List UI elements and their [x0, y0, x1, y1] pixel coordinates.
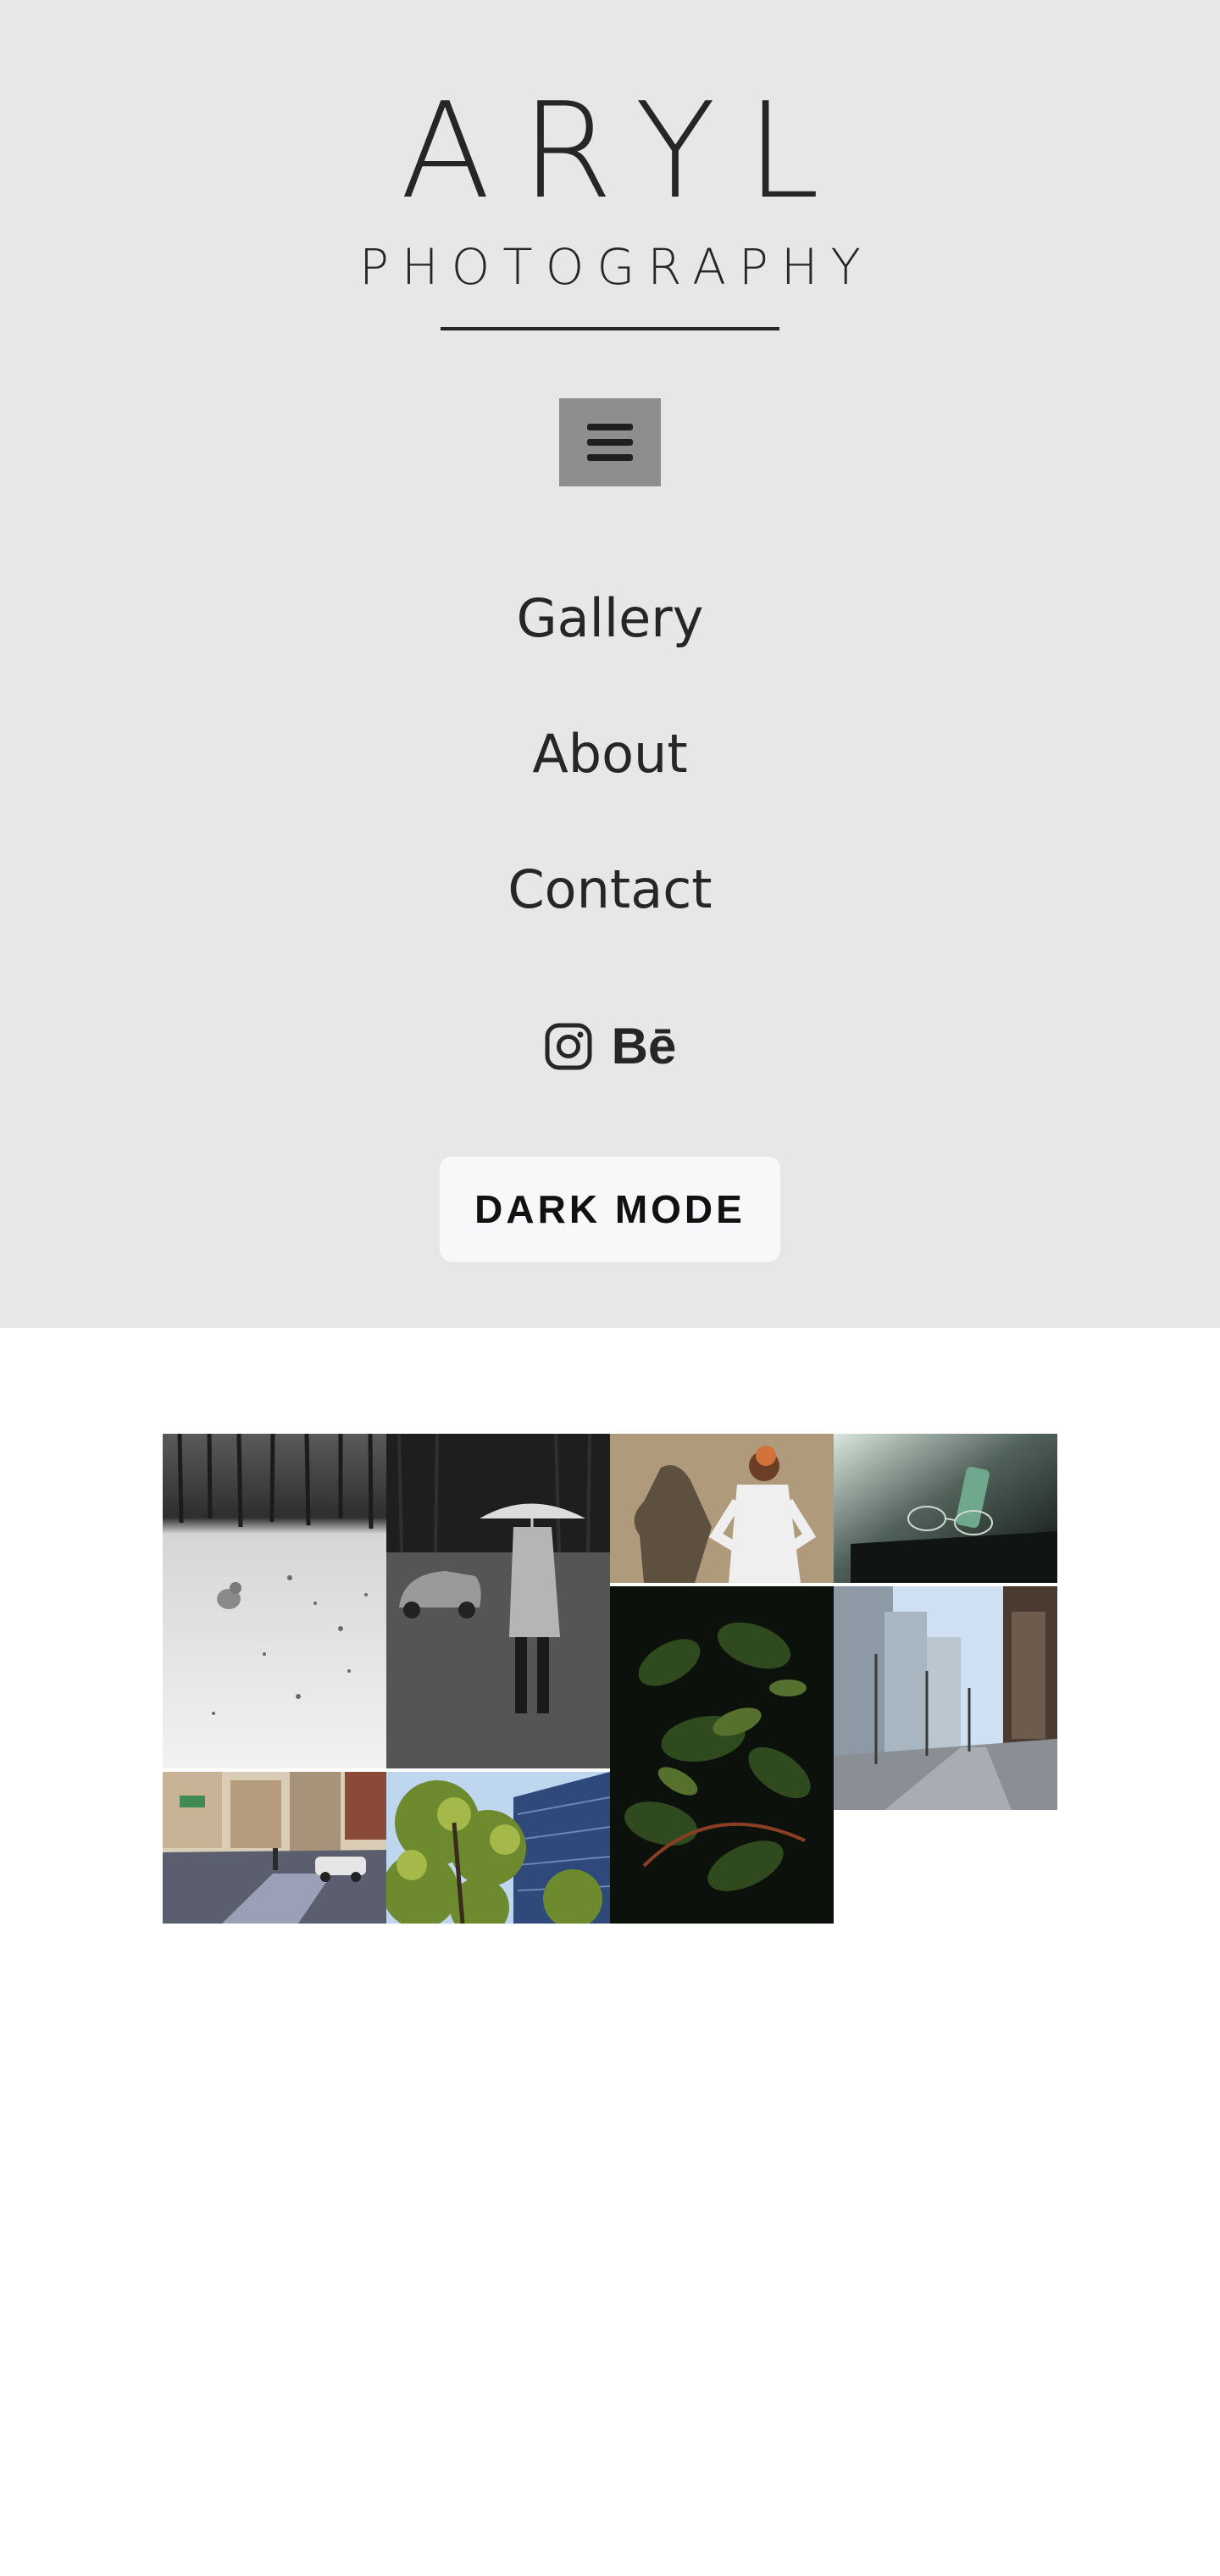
brand-title[interactable]: ARYL [0, 85, 1220, 217]
gallery-photo-city-street[interactable] [834, 1586, 1057, 1810]
site-header: ARYL PHOTOGRAPHY Gallery About Contact B… [0, 0, 1220, 1328]
photo-gallery [163, 1434, 1057, 1924]
dark-mode-button[interactable]: DARK MODE [440, 1157, 780, 1262]
social-links: Bē [0, 1021, 1220, 1089]
nav-link-gallery[interactable]: Gallery [0, 585, 1220, 652]
instagram-icon[interactable] [544, 1022, 593, 1071]
menu-toggle-button[interactable] [559, 398, 661, 486]
gallery-photo-tree-and-building[interactable] [386, 1772, 610, 1924]
brand-divider [441, 327, 779, 330]
hamburger-menu-icon [587, 424, 633, 461]
gallery-photo-woman-in-white[interactable] [610, 1434, 834, 1583]
nav-link-contact[interactable]: Contact [0, 856, 1220, 924]
gallery-photo-city-intersection[interactable] [163, 1772, 386, 1924]
gallery-photo-glasses-on-table[interactable] [834, 1434, 1057, 1583]
gallery-photo-cat-in-snow[interactable] [163, 1434, 386, 1768]
behance-icon[interactable]: Bē [612, 1021, 677, 1072]
nav-link-about[interactable]: About [0, 720, 1220, 788]
gallery-photo-leaves[interactable] [610, 1586, 834, 1924]
brand-subtitle: PHOTOGRAPHY [359, 238, 873, 296]
gallery-photo-person-with-umbrella[interactable] [386, 1434, 610, 1768]
